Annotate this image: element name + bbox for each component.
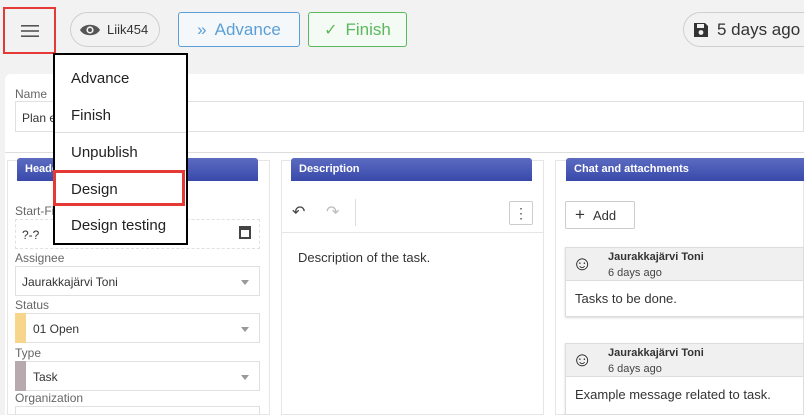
type-value: Task: [33, 370, 58, 384]
chat-text: Example message related to task.: [575, 387, 771, 402]
chat-author: Jaurakkajärvi Toni: [608, 251, 704, 263]
chevron-down-icon: [241, 280, 249, 285]
assignee-label: Assignee: [15, 251, 65, 265]
save-status-label: 5 days ago: [717, 19, 801, 39]
user-visibility-chip[interactable]: Liik454: [70, 12, 160, 47]
assignee-select[interactable]: Jaurakkajärvi Toni: [15, 266, 260, 296]
actions-dropdown-menu: Advance Finish Unpublish Design Design t…: [53, 53, 188, 245]
smiley-icon: ☺: [572, 253, 593, 275]
organization-select[interactable]: [15, 406, 260, 415]
menu-item-finish[interactable]: Finish: [55, 98, 186, 134]
chat-message-header: ☺ Jaurakkajärvi Toni 6 days ago: [566, 248, 803, 281]
menu-separator: [55, 132, 186, 133]
chat-time: 6 days ago: [608, 267, 662, 279]
menu-item-unpublish[interactable]: Unpublish: [55, 135, 186, 171]
chevron-down-icon: [241, 327, 249, 332]
undo-icon[interactable]: ↶: [292, 202, 305, 222]
finish-button[interactable]: ✓ Finish: [308, 12, 407, 47]
menu-item-advance[interactable]: Advance: [55, 61, 186, 97]
menu-item-design-testing[interactable]: Design testing: [55, 208, 186, 244]
redo-icon[interactable]: ↷: [326, 202, 339, 222]
chat-text: Tasks to be done.: [575, 291, 677, 306]
plus-icon: +: [575, 205, 585, 224]
chat-author: Jaurakkajärvi Toni: [608, 347, 704, 359]
hamburger-icon: [20, 24, 39, 37]
add-button-label: Add: [592, 207, 617, 223]
organization-label: Organization: [15, 391, 84, 405]
type-select[interactable]: Task: [15, 361, 260, 391]
save-icon: [694, 22, 708, 37]
chevron-down-icon: [241, 375, 249, 380]
chat-message-header: ☺ Jaurakkajärvi Toni 6 days ago: [566, 344, 803, 377]
double-chevron-right-icon: »: [197, 19, 207, 39]
more-options-button[interactable]: ⋮: [509, 201, 533, 225]
start-finish-value: ?-?: [22, 228, 40, 242]
status-value: 01 Open: [33, 322, 80, 336]
menu-item-highlight: [53, 170, 185, 206]
chat-message: ☺ Jaurakkajärvi Toni 6 days ago Example …: [565, 343, 804, 415]
smiley-icon: ☺: [572, 349, 593, 371]
hamburger-menu-button[interactable]: [3, 7, 56, 54]
advance-button[interactable]: » Advance: [178, 12, 300, 47]
finish-button-label: Finish: [345, 19, 391, 39]
calendar-icon[interactable]: [239, 226, 251, 239]
toolbar-separator: [355, 199, 356, 226]
chat-message: ☺ Jaurakkajärvi Toni 6 days ago Tasks to…: [565, 247, 804, 317]
save-status-chip[interactable]: 5 days ago: [683, 12, 804, 47]
name-label: Name: [15, 87, 48, 101]
status-select[interactable]: 01 Open: [15, 313, 260, 343]
start-finish-label: Start-Fi: [15, 204, 55, 218]
type-color-tag: [15, 361, 26, 391]
status-label: Status: [15, 298, 50, 312]
eye-icon: [80, 24, 100, 35]
add-attachment-button[interactable]: + Add: [565, 201, 635, 229]
description-text[interactable]: Description of the task.: [298, 250, 430, 265]
description-panel-title: Description: [291, 158, 532, 181]
status-color-tag: [15, 313, 26, 343]
user-chip-label: Liik454: [107, 22, 149, 37]
description-editor-toolbar: ↶ ↷ ⋮: [282, 193, 543, 233]
check-icon: ✓: [324, 21, 338, 39]
type-label: Type: [15, 346, 42, 360]
chat-time: 6 days ago: [608, 363, 662, 375]
chat-panel-title: Chat and attachments: [566, 158, 804, 181]
assignee-value: Jaurakkajärvi Toni: [22, 275, 118, 289]
advance-button-label: Advance: [214, 19, 281, 39]
